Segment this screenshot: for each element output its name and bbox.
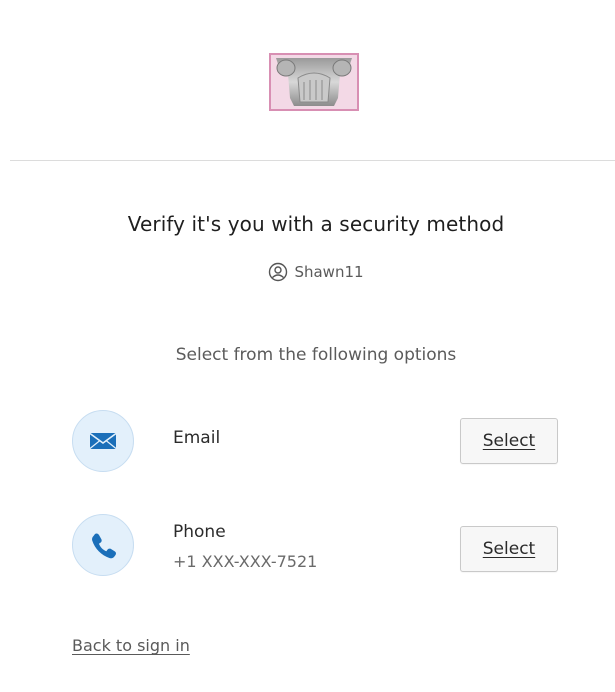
select-phone-button[interactable]: Select <box>460 526 558 572</box>
user-identity: Shawn11 <box>0 262 615 282</box>
user-circle-icon <box>269 262 288 282</box>
option-phone: Phone +1 XXX-XXX-7521 Select <box>72 514 562 578</box>
option-label: Email <box>173 428 221 448</box>
option-email: Email Select <box>72 410 562 474</box>
phone-number: +1 XXX-XXX-7521 <box>173 552 318 571</box>
page-title: Verify it's you with a security method <box>127 212 505 236</box>
header-divider <box>10 160 615 161</box>
username: Shawn11 <box>294 263 364 281</box>
phone-icon-circle <box>72 514 134 576</box>
mail-icon <box>89 432 117 449</box>
back-to-sign-in-link[interactable]: Back to sign in <box>72 636 190 655</box>
phone-icon <box>92 533 116 559</box>
header <box>0 0 615 160</box>
option-label: Phone <box>173 522 226 542</box>
email-icon-circle <box>72 410 134 472</box>
column-capital-logo <box>269 53 359 111</box>
select-email-button[interactable]: Select <box>460 418 558 464</box>
options-subtitle: Select from the following options <box>175 345 457 365</box>
verify-page: Verify it's you with a security method S… <box>0 0 615 692</box>
